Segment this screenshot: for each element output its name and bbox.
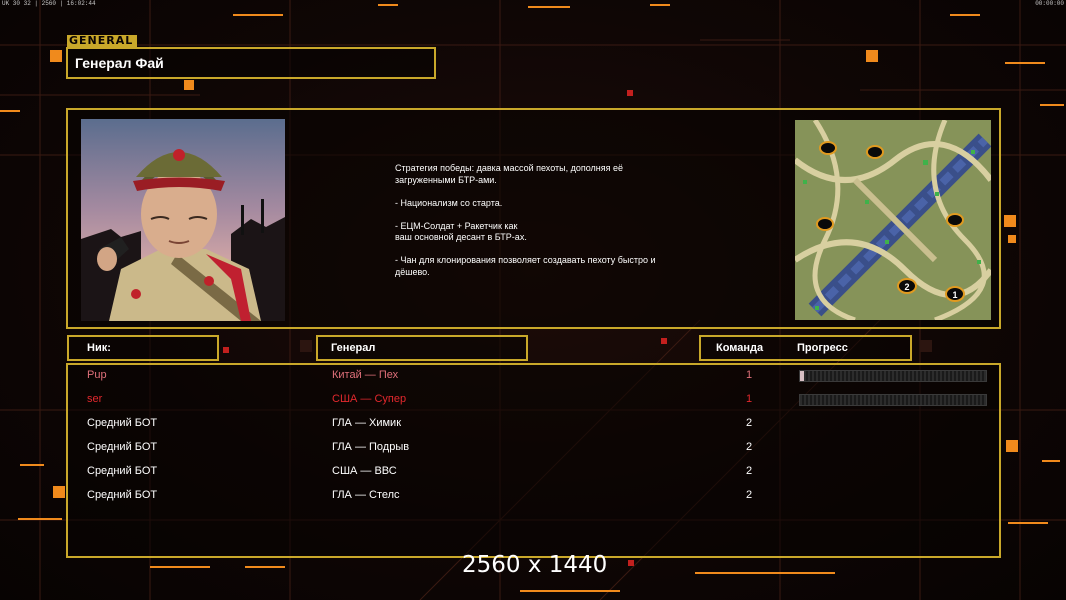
header-general: Генерал [316, 335, 528, 361]
description-line: - Чан для клонирования позволяет создава… [395, 255, 656, 277]
player-nick: Средний БОТ [87, 417, 158, 429]
player-general: Китай — Пех [332, 369, 399, 381]
general-info-panel: Стратегия победы: давка массой пехоты, д… [66, 108, 1001, 329]
header-team-label: Команда [716, 342, 764, 354]
player-row: Средний БОТ ГЛА — Химик 2 [68, 413, 1003, 437]
map-preview[interactable]: 2 1 [795, 120, 991, 320]
player-row: Средний БОТ ГЛА — Подрыв 2 [68, 437, 1003, 461]
svg-text:1: 1 [952, 290, 957, 300]
player-general: ГЛА — Химик [332, 417, 402, 429]
player-row: Средний БОТ США — ВВС 2 [68, 461, 1003, 485]
description-line: - ЕЦМ-Солдат + Ракетчик как ваш основной… [395, 220, 527, 243]
player-nick: Средний БОТ [87, 489, 158, 501]
header-nick: Ник: [67, 335, 219, 361]
general-title-panel: Генерал Фай [66, 47, 436, 79]
player-nick: Pup [87, 369, 107, 381]
general-portrait [81, 119, 285, 321]
player-general: США — ВВС [332, 465, 397, 477]
map-start-marker: 1 [945, 286, 965, 302]
player-team: 2 [746, 465, 753, 477]
progress-bar [799, 394, 987, 406]
resolution-watermark: 2560 x 1440 [462, 552, 608, 578]
player-team: 2 [746, 489, 753, 501]
hud-stats: UK 30 32 | 2560 | 16:02:44 [2, 0, 96, 7]
player-general: США — Супер [332, 393, 407, 405]
player-row: ser США — Супер 1 [68, 389, 1003, 413]
players-panel: Pup Китай — Пех 1 ser США — Супер 1 Сред… [66, 363, 1001, 558]
general-logo: GENERAL [67, 35, 137, 47]
map-start-marker: 2 [897, 278, 917, 294]
player-team: 1 [746, 393, 753, 405]
header-team-progress: Команда Прогресс [699, 335, 912, 361]
general-name: Генерал Фай [75, 55, 164, 71]
hud-clock: 00:00:00 [1035, 0, 1064, 7]
header-general-label: Генерал [331, 342, 376, 354]
svg-text:2: 2 [904, 282, 909, 292]
player-row: Средний БОТ ГЛА — Стелс 2 [68, 485, 1003, 509]
player-team: 2 [746, 417, 753, 429]
header-nick-label: Ник: [87, 342, 111, 354]
player-general: ГЛА — Стелс [332, 489, 400, 501]
player-nick: ser [87, 393, 103, 405]
player-general: ГЛА — Подрыв [332, 441, 410, 453]
general-description: Стратегия победы: давка массой пехоты, д… [395, 163, 725, 278]
player-team: 1 [746, 369, 753, 381]
player-nick: Средний БОТ [87, 441, 158, 453]
player-row: Pup Китай — Пех 1 [68, 365, 1003, 389]
progress-bar [799, 370, 987, 382]
player-nick: Средний БОТ [87, 465, 158, 477]
header-progress-label: Прогресс [797, 342, 848, 354]
description-line: - Национализм со старта. [395, 197, 503, 208]
description-line: Стратегия победы: давка массой пехоты, д… [395, 163, 624, 185]
player-team: 2 [746, 441, 753, 453]
